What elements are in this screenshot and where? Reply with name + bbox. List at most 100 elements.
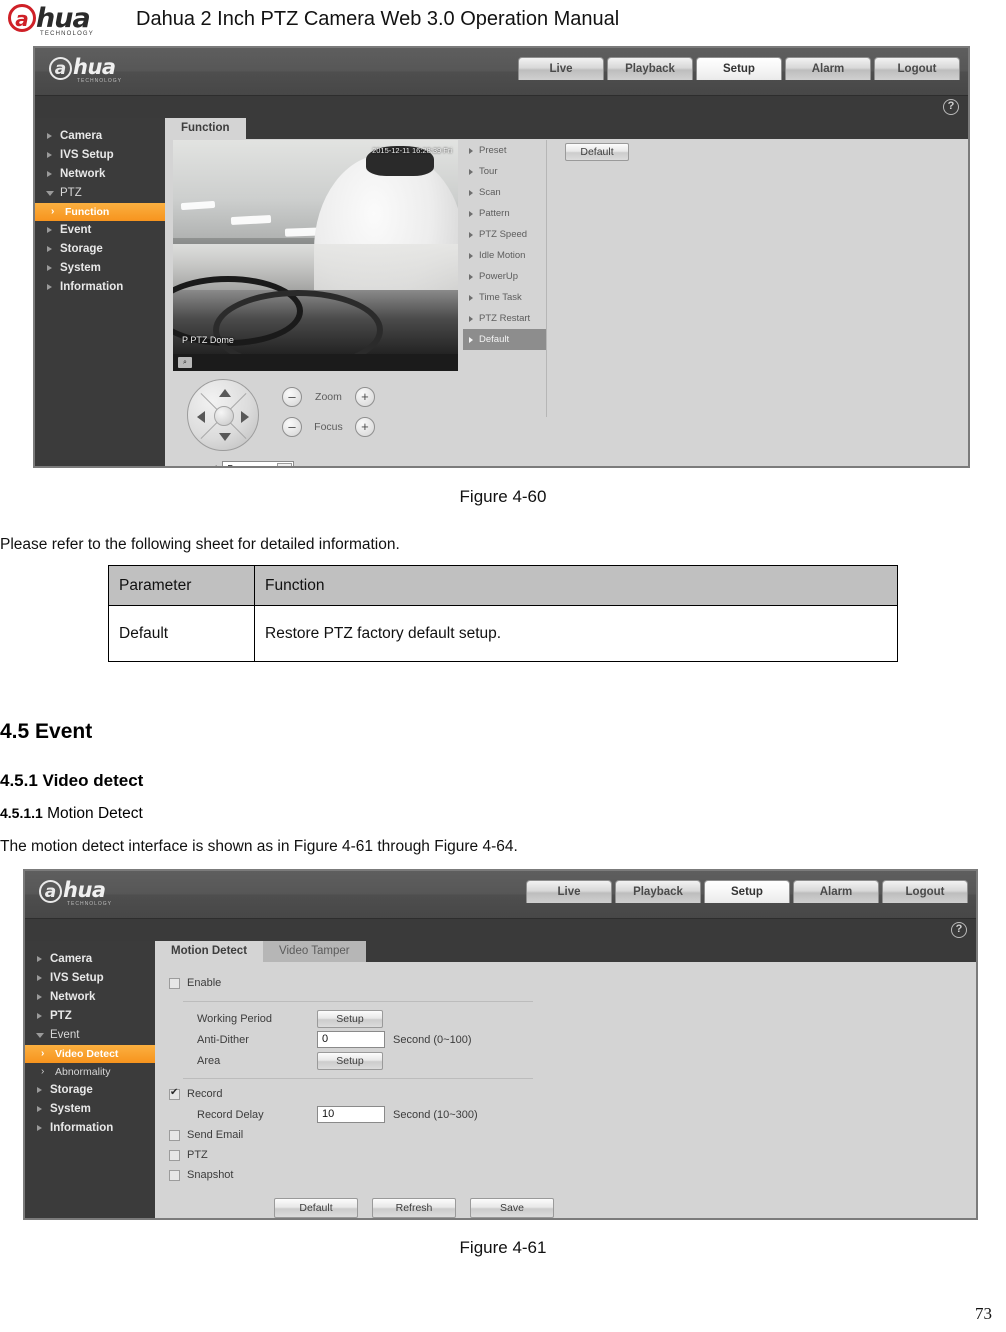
refresh-button[interactable]: Refresh [372,1198,456,1218]
arrow-down-icon[interactable] [219,433,231,441]
heading-number: 4.5.1.1 [0,805,43,821]
anti-dither-input[interactable]: 0 [317,1031,385,1048]
chevron-down-icon[interactable]: ▼ [277,463,293,466]
chevron-right-icon [37,1106,42,1112]
zoom-in-button[interactable]: + [354,387,375,407]
sidebar-item-system[interactable]: System [25,1100,155,1119]
function-label: Preset [479,145,507,156]
save-button[interactable]: Save [470,1198,554,1218]
dahua-logo: a hua TECHNOLOGY [6,2,128,40]
content-panel: Function 2015-12-11 16:28:39 Fri P PTZ D… [165,118,968,466]
nav-tab-playback[interactable]: Playback [615,880,701,903]
working-period-setup-button[interactable]: Setup [317,1009,383,1028]
function-item-ptz-speed[interactable]: PTZ Speed [463,224,546,245]
record-delay-unit: Second (10~300) [393,1108,478,1121]
video-canvas[interactable]: 2015-12-11 16:28:39 Fri P PTZ Dome [173,140,458,354]
send-email-checkbox[interactable] [169,1129,180,1141]
function-item-preset[interactable]: Preset [463,140,546,161]
triangle-right-icon [469,231,473,238]
web-dahua-logo: a hua TECHNOLOGY [49,55,169,87]
sidebar-label: Function [65,206,110,218]
triangle-right-icon [469,273,473,280]
sidebar-item-ptz[interactable]: PTZ [25,1007,155,1026]
table-header-parameter: Parameter [108,565,255,606]
pad-center-button[interactable] [214,406,234,426]
nav-tab-alarm[interactable]: Alarm [785,57,871,80]
tab-function[interactable]: Function [165,118,246,139]
logo-initial: a [8,4,36,32]
sidebar-item-network[interactable]: Network [35,165,165,184]
nav-tab-live[interactable]: Live [526,880,612,903]
arrow-left-icon[interactable] [197,411,205,423]
nav-tab-logout[interactable]: Logout [882,880,968,903]
tab-video-tamper[interactable]: Video Tamper [263,941,366,962]
sidebar-label: Event [60,224,92,236]
area-setup-button[interactable]: Setup [317,1051,383,1070]
chevron-right-icon: › [41,1048,45,1059]
function-item-powerup[interactable]: PowerUp [463,266,546,287]
sidebar-item-event[interactable]: Event [35,221,165,240]
function-item-tour[interactable]: Tour [463,161,546,182]
nav-tab-live[interactable]: Live [518,57,604,80]
sidebar-item-camera[interactable]: Camera [25,950,155,969]
sidebar-item-information[interactable]: Information [35,278,165,297]
sidebar-item-information[interactable]: Information [25,1119,155,1138]
direction-pad[interactable] [187,379,259,451]
record-delay-row: Record Delay 10 Second (10~300) [197,1104,976,1125]
function-item-idle-motion[interactable]: Idle Motion [463,245,546,266]
chevron-down-icon [36,1033,44,1038]
snapshot-checkbox[interactable] [169,1169,180,1181]
nav-tab-setup[interactable]: Setup [696,57,782,80]
speed-select[interactable]: 5 ▼ [222,461,295,466]
function-item-default[interactable]: Default [463,329,546,350]
sidebar-item-function[interactable]: › Function [35,203,165,221]
sidebar-item-abnormality[interactable]: › Abnormality [25,1063,155,1081]
arrow-up-icon[interactable] [219,389,231,397]
sidebar-item-event[interactable]: Event [25,1026,155,1045]
focus-near-button[interactable]: – [282,417,302,437]
function-label: PTZ Restart [479,313,531,324]
nav-tab-setup[interactable]: Setup [704,880,790,903]
sidebar-item-storage[interactable]: Storage [25,1081,155,1100]
help-icon[interactable]: ? [943,99,959,115]
video-preview[interactable]: 2015-12-11 16:28:39 Fri P PTZ Dome ⌕ [173,140,458,371]
function-item-scan[interactable]: Scan [463,182,546,203]
sidebar-item-network[interactable]: Network [25,988,155,1007]
zoom-out-button[interactable]: – [282,387,302,407]
tab-motion-detect[interactable]: Motion Detect [155,941,264,962]
sidebar-item-camera[interactable]: Camera [35,127,165,146]
area-row: Area Setup [197,1050,976,1071]
help-icon[interactable]: ? [951,922,967,938]
enable-row: Enable [169,973,976,993]
sidebar-label: Storage [50,1084,93,1096]
divider [183,1001,533,1002]
sidebar-item-ptz[interactable]: PTZ [35,184,165,203]
web-body: Camera IVS Setup Network PTZ Event › Vid… [25,941,976,1218]
web-logo-wordmark: hua [73,55,116,79]
sidebar-item-ivs-setup[interactable]: IVS Setup [25,969,155,988]
ptz-checkbox[interactable] [169,1149,180,1161]
sidebar-item-ivs-setup[interactable]: IVS Setup [35,146,165,165]
function-item-time-task[interactable]: Time Task [463,287,546,308]
nav-tab-playback[interactable]: Playback [607,57,693,80]
default-button[interactable]: Default [274,1198,358,1218]
default-button[interactable]: Default [565,143,629,161]
focus-far-button[interactable]: + [354,417,375,437]
sidebar-item-video-detect[interactable]: › Video Detect [25,1045,155,1063]
heading-4-5: 4.5 Event [0,720,93,743]
function-item-pattern[interactable]: Pattern [463,203,546,224]
nav-tab-logout[interactable]: Logout [874,57,960,80]
table-cell-function: Restore PTZ factory default setup. [254,605,898,662]
sidebar-label: Information [60,281,124,293]
nav-tab-alarm[interactable]: Alarm [793,880,879,903]
sidebar-item-storage[interactable]: Storage [35,240,165,259]
sidebar-nav: Camera IVS Setup Network PTZ Event › Vid… [25,941,155,1218]
parameter-table: Parameter Function Default Restore PTZ f… [108,565,898,662]
arrow-right-icon[interactable] [241,411,249,423]
zoom-badge-icon[interactable]: ⌕ [178,357,192,368]
function-item-ptz-restart[interactable]: PTZ Restart [463,308,546,329]
sidebar-item-system[interactable]: System [35,259,165,278]
record-checkbox[interactable] [169,1087,180,1100]
record-delay-input[interactable]: 10 [317,1106,385,1123]
enable-checkbox[interactable] [169,977,180,989]
